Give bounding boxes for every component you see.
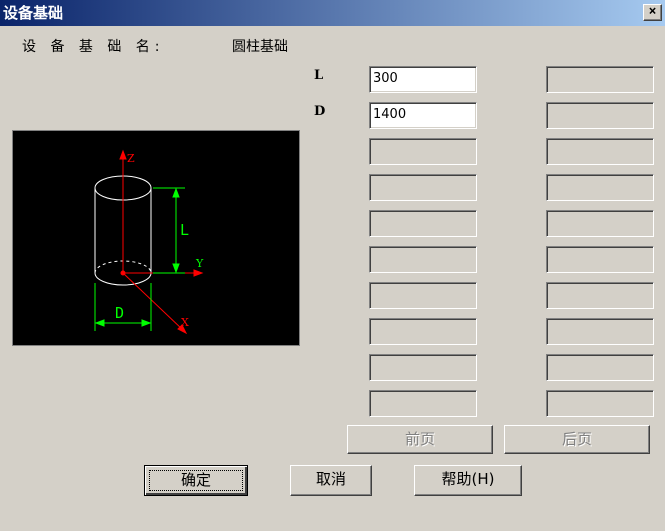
dimension-d-label: D (115, 304, 124, 322)
dimension-lines (94, 187, 185, 331)
close-icon: × (648, 4, 657, 19)
param-input-empty (546, 318, 654, 345)
param-input-empty (546, 354, 654, 381)
param-input-empty (546, 282, 654, 309)
param-input-empty (369, 246, 477, 273)
param-input-empty (546, 138, 654, 165)
param-label-d: D (314, 104, 326, 119)
param-input-empty (369, 138, 477, 165)
window-title: 设备基础 (3, 4, 64, 22)
param-input-empty (546, 66, 654, 93)
cylinder-diagram: Z Y X L D (12, 130, 300, 346)
param-input-d[interactable]: 1400 (369, 102, 477, 129)
param-input-empty (369, 282, 477, 309)
axis-x-label: X (181, 316, 189, 329)
param-label-l: L (314, 68, 324, 83)
param-input-empty (369, 174, 477, 201)
param-input-empty (546, 246, 654, 273)
cancel-button[interactable]: 取消 (290, 465, 372, 496)
param-input-empty (546, 210, 654, 237)
dimension-l-label: L (180, 221, 189, 239)
param-input-empty (546, 102, 654, 129)
axis-z-label: Z (127, 152, 135, 165)
next-page-button[interactable]: 后页 (504, 425, 650, 454)
prev-page-button[interactable]: 前页 (347, 425, 493, 454)
axis-y-label: Y (195, 257, 204, 270)
param-input-l[interactable]: 300 (369, 66, 477, 93)
param-input-empty (369, 210, 477, 237)
param-value-l: 300 (373, 71, 398, 86)
param-input-empty (546, 174, 654, 201)
cylinder-drawing: Z Y X L D (94, 149, 204, 335)
help-button[interactable]: 帮助(H) (414, 465, 522, 496)
name-label: 设 备 基 础 名: (22, 39, 165, 55)
ok-button-label: 确定 (149, 470, 243, 491)
axes (119, 149, 204, 335)
ok-button[interactable]: 确定 (144, 465, 248, 496)
title-bar: 设备基础 × (0, 0, 665, 26)
param-input-empty (369, 318, 477, 345)
param-input-empty (546, 390, 654, 417)
param-input-empty (369, 354, 477, 381)
param-value-d: 1400 (373, 107, 407, 122)
name-value: 圆柱基础 (232, 39, 288, 55)
param-input-empty (369, 390, 477, 417)
close-button[interactable]: × (643, 4, 662, 21)
